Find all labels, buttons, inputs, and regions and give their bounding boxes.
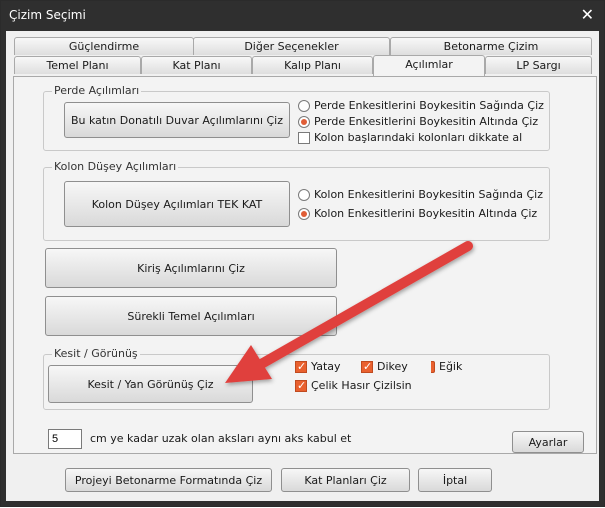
tab-kalip-plani[interactable]: Kalıp Planı: [252, 56, 373, 74]
iptal-button[interactable]: İptal: [418, 468, 492, 492]
egik-label: Eğik: [439, 360, 463, 373]
proje-betonarme-button[interactable]: Projeyi Betonarme Formatında Çiz: [65, 468, 272, 492]
surekli-temel-button[interactable]: Sürekli Temel Açılımları: [45, 296, 337, 336]
kolon-option-sag[interactable]: Kolon Enkesitlerini Boykesitin Sağında Ç…: [298, 188, 543, 201]
checkbox-checked-icon[interactable]: [295, 379, 307, 392]
ayarlar-button[interactable]: Ayarlar: [512, 431, 584, 453]
kolon-baslari-label: Kolon başlarındaki kolonları dikkate al: [314, 131, 523, 144]
dikey-label: Dikey: [377, 360, 408, 373]
perde-option-alt[interactable]: Perde Enkesitlerini Boykesitin Altında Ç…: [298, 115, 538, 128]
radio-selected-icon[interactable]: [298, 115, 310, 128]
checkbox-checked-icon[interactable]: [361, 360, 373, 373]
tab-temel-plani[interactable]: Temel Planı: [14, 56, 141, 74]
tab-acilimlar[interactable]: Açılımlar: [373, 55, 485, 76]
radio-icon[interactable]: [298, 188, 310, 201]
radio-icon[interactable]: [298, 99, 310, 112]
distance-label: cm ye kadar uzak olan aksları aynı aks k…: [90, 432, 352, 445]
yatay-label: Yatay: [311, 360, 341, 373]
kat-planlari-button[interactable]: Kat Planları Çiz: [281, 468, 410, 492]
checkbox-partial-icon[interactable]: [431, 360, 435, 373]
tab-lp-sargi[interactable]: LP Sargı: [485, 56, 592, 74]
celik-hasir-label: Çelik Hasır Çizilsin: [311, 379, 412, 392]
kolon-tek-kat-button[interactable]: Kolon Düşey Açılımları TEK KAT: [64, 181, 290, 227]
kesit-legend: Kesit / Görünüş: [52, 347, 140, 360]
perde-group: Perde Açılımları Bu katın Donatılı Duvar…: [43, 84, 550, 151]
kolon-option-alt-label: Kolon Enkesitlerini Boykesitin Altında Ç…: [314, 207, 538, 220]
perde-legend: Perde Açılımları: [52, 84, 142, 97]
kolon-option-sag-label: Kolon Enkesitlerini Boykesitin Sağında Ç…: [314, 188, 543, 201]
kesit-gorunus-button[interactable]: Kesit / Yan Görünüş Çiz: [48, 365, 253, 403]
kiris-acilim-button[interactable]: Kiriş Açılımlarını Çiz: [45, 248, 337, 288]
kolon-group: Kolon Düşey Açılımları Kolon Düşey Açılı…: [43, 160, 550, 241]
dikey-checkbox[interactable]: Dikey: [361, 360, 408, 373]
tab-guclendirme[interactable]: Güçlendirme: [14, 37, 194, 55]
yatay-checkbox[interactable]: Yatay: [295, 360, 341, 373]
kesit-group: Kesit / Görünüş Kesit / Yan Görünüş Çiz …: [43, 347, 550, 410]
title-bar: Çizim Seçimi ✕: [1, 1, 604, 31]
close-icon[interactable]: ✕: [581, 4, 594, 26]
perde-acilim-button[interactable]: Bu katın Donatılı Duvar Açılımlarını Çiz: [64, 102, 290, 138]
checkbox-checked-icon[interactable]: [295, 360, 307, 373]
kolon-legend: Kolon Düşey Açılımları: [52, 160, 179, 173]
tab-diger-secenekler[interactable]: Diğer Seçenekler: [193, 37, 390, 55]
perde-option-alt-label: Perde Enkesitlerini Boykesitin Altında Ç…: [314, 115, 539, 128]
dialog-window: Çizim Seçimi ✕ Güçlendirme Diğer Seçenek…: [0, 0, 605, 507]
tab-panel: Perde Açılımları Bu katın Donatılı Duvar…: [13, 76, 597, 454]
radio-selected-icon[interactable]: [298, 207, 310, 220]
distance-input[interactable]: [48, 429, 82, 449]
tab-betonarme-cizim[interactable]: Betonarme Çizim: [390, 37, 592, 55]
perde-option-sag[interactable]: Perde Enkesitlerini Boykesitin Sağında Ç…: [298, 99, 544, 112]
perde-option-sag-label: Perde Enkesitlerini Boykesitin Sağında Ç…: [314, 99, 544, 112]
checkbox-icon[interactable]: [298, 131, 310, 144]
celik-hasir-checkbox[interactable]: Çelik Hasır Çizilsin: [295, 379, 412, 392]
kolon-baslari-checkbox[interactable]: Kolon başlarındaki kolonları dikkate al: [298, 131, 522, 144]
tab-kat-plani[interactable]: Kat Planı: [141, 56, 252, 74]
egik-checkbox[interactable]: Eğik: [431, 360, 462, 373]
window-title: Çizim Seçimi: [9, 8, 86, 22]
dialog-client: Güçlendirme Diğer Seçenekler Betonarme Ç…: [6, 31, 599, 501]
kolon-option-alt[interactable]: Kolon Enkesitlerini Boykesitin Altında Ç…: [298, 207, 537, 220]
